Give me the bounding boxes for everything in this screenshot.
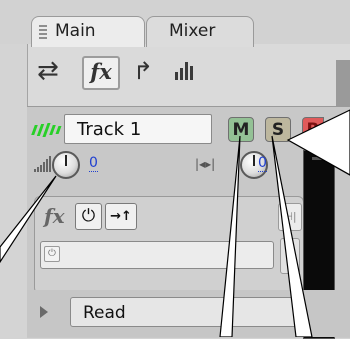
callout-lines: [0, 109, 350, 337]
callout-solo-top-pointer: [286, 109, 350, 176]
tab-mixer-label: Mixer: [169, 21, 216, 41]
tab-main[interactable]: Main: [31, 16, 145, 47]
tab-mixer[interactable]: Mixer: [146, 16, 254, 47]
callout-volume-pointer: [0, 175, 57, 264]
tab-main-label: Main: [55, 21, 96, 41]
drag-grip-icon[interactable]: [39, 23, 47, 39]
callout-mute-pointer: [219, 135, 241, 337]
callout-solo-pointer: [271, 135, 313, 337]
